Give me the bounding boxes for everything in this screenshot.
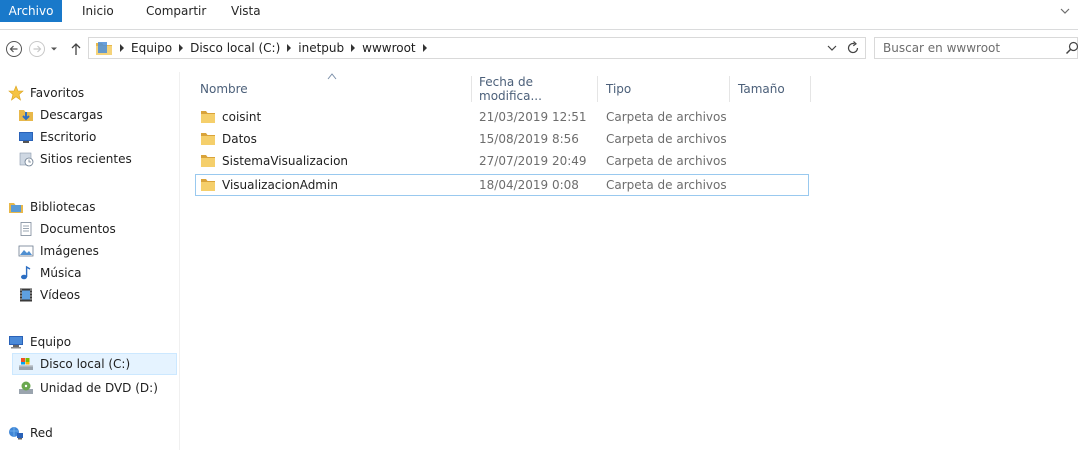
file-name: VisualizacionAdmin — [222, 178, 338, 192]
pictures-icon — [18, 243, 34, 259]
folder-icon — [96, 42, 112, 55]
file-type: Carpeta de archivos — [606, 132, 727, 146]
sidebar-item-musica[interactable]: Música — [18, 262, 82, 284]
file-date: 18/04/2019 0:08 — [479, 178, 579, 192]
sidebar-item-label: Documentos — [40, 222, 116, 236]
computer-icon — [8, 334, 24, 350]
music-icon — [18, 265, 34, 281]
sidebar-item-label: Favoritos — [30, 86, 85, 100]
sidebar-item-label: Equipo — [30, 335, 72, 349]
sidebar-item-documentos[interactable]: Documentos — [18, 218, 116, 240]
hard-drive-icon — [18, 356, 34, 372]
table-row[interactable]: coisint 21/03/2019 12:51 Carpeta de arch… — [196, 107, 808, 129]
sidebar-item-label: Descargas — [40, 108, 103, 122]
sidebar-item-videos[interactable]: Vídeos — [18, 284, 80, 306]
breadcrumb: Equipo Disco local (C:) inetpub wwwroot — [115, 38, 432, 58]
file-name: coisint — [222, 110, 262, 124]
file-name: SistemaVisualizacion — [222, 154, 349, 168]
sidebar-item-imagenes[interactable]: Imágenes — [18, 240, 99, 262]
star-icon — [8, 85, 24, 101]
file-date: 21/03/2019 12:51 — [479, 110, 587, 124]
network-icon — [8, 425, 24, 441]
forward-arrow-icon — [29, 41, 45, 57]
table-row[interactable]: SistemaVisualizacion 27/07/2019 20:49 Ca… — [196, 151, 808, 173]
breadcrumb-separator-icon[interactable] — [282, 38, 296, 58]
tab-vista[interactable]: Vista — [231, 0, 261, 22]
column-header-tamano[interactable]: Tamaño — [730, 76, 810, 102]
tab-compartir[interactable]: Compartir — [146, 0, 206, 22]
forward-button[interactable] — [27, 39, 47, 59]
search-icon[interactable] — [1065, 41, 1078, 55]
documents-icon — [18, 221, 34, 237]
column-header-nombre[interactable]: Nombre — [192, 76, 478, 102]
sidebar-equipo[interactable]: Equipo — [8, 331, 71, 353]
folder-icon — [201, 179, 215, 191]
ribbon-tabs: Archivo Inicio Compartir Vista — [0, 0, 1078, 30]
breadcrumb-wwwroot[interactable]: wwwroot — [360, 41, 418, 55]
libraries-icon — [8, 199, 24, 215]
folder-icon — [201, 133, 215, 145]
expand-ribbon-icon[interactable] — [1058, 4, 1072, 18]
sidebar-red[interactable]: Red — [8, 422, 53, 444]
breadcrumb-inetpub[interactable]: inetpub — [296, 41, 346, 55]
sidebar-item-label: Unidad de DVD (D:) — [40, 381, 158, 395]
back-arrow-icon — [6, 41, 22, 57]
address-dropdown-icon[interactable] — [825, 41, 839, 55]
sidebar-item-sitios-recientes[interactable]: Sitios recientes — [18, 148, 132, 170]
sidebar-item-label: Sitios recientes — [40, 152, 132, 166]
file-name: Datos — [222, 132, 257, 146]
sidebar-item-dvd[interactable]: Unidad de DVD (D:) — [18, 377, 158, 399]
breadcrumb-separator-icon[interactable] — [418, 38, 432, 58]
table-row[interactable]: VisualizacionAdmin 18/04/2019 0:08 Carpe… — [195, 174, 809, 196]
sidebar-item-descargas[interactable]: Descargas — [18, 104, 103, 126]
sidebar-item-label: Música — [40, 266, 82, 280]
tab-archivo[interactable]: Archivo — [0, 0, 62, 22]
dvd-drive-icon — [18, 380, 34, 396]
folder-icon — [201, 155, 215, 167]
column-header-fecha[interactable]: Fecha de modifica... — [471, 75, 598, 103]
recent-locations-button[interactable] — [47, 39, 61, 59]
sidebar-item-label: Imágenes — [40, 244, 99, 258]
file-date: 27/07/2019 20:49 — [479, 154, 587, 168]
search-input[interactable] — [875, 38, 1055, 58]
sidebar-item-escritorio[interactable]: Escritorio — [18, 126, 96, 148]
navigation-bar: Equipo Disco local (C:) inetpub wwwroot — [0, 33, 1078, 63]
breadcrumb-disco-local[interactable]: Disco local (C:) — [188, 41, 282, 55]
table-row[interactable]: Datos 15/08/2019 8:56 Carpeta de archivo… — [196, 129, 808, 151]
sidebar-item-disco-local[interactable]: Disco local (C:) — [12, 353, 177, 375]
search-box[interactable] — [874, 37, 1078, 59]
tab-inicio[interactable]: Inicio — [82, 0, 114, 22]
videos-icon — [18, 287, 34, 303]
chevron-down-icon — [51, 47, 57, 51]
sidebar-item-label: Escritorio — [40, 130, 97, 144]
column-divider[interactable] — [810, 76, 811, 102]
breadcrumb-equipo[interactable]: Equipo — [129, 41, 174, 55]
sidebar-bibliotecas[interactable]: Bibliotecas — [8, 196, 95, 218]
refresh-icon[interactable] — [845, 40, 861, 56]
file-type: Carpeta de archivos — [606, 110, 727, 124]
file-list: Nombre Fecha de modifica... Tipo Tamaño … — [180, 72, 1078, 450]
breadcrumb-separator-icon[interactable] — [115, 38, 129, 58]
up-arrow-icon — [71, 43, 81, 55]
address-bar[interactable]: Equipo Disco local (C:) inetpub wwwroot — [88, 37, 866, 59]
up-button[interactable] — [66, 39, 86, 59]
column-header-tipo[interactable]: Tipo — [598, 76, 730, 102]
folder-icon — [201, 111, 215, 123]
file-type: Carpeta de archivos — [606, 154, 727, 168]
breadcrumb-separator-icon[interactable] — [174, 38, 188, 58]
sidebar-item-label: Vídeos — [40, 288, 81, 302]
breadcrumb-separator-icon[interactable] — [346, 38, 360, 58]
file-date: 15/08/2019 8:56 — [479, 132, 579, 146]
desktop-icon — [18, 129, 34, 145]
sidebar-item-label: Bibliotecas — [30, 200, 96, 214]
sidebar-item-label: Disco local (C:) — [40, 357, 131, 371]
sidebar-item-label: Red — [30, 426, 53, 440]
file-type: Carpeta de archivos — [606, 178, 727, 192]
sidebar-favoritos[interactable]: Favoritos — [8, 82, 84, 104]
back-button[interactable] — [4, 39, 24, 59]
navigation-pane: Favoritos Descargas Escritorio Sitios re… — [0, 72, 180, 450]
downloads-icon — [18, 107, 34, 123]
recent-places-icon — [18, 151, 34, 167]
